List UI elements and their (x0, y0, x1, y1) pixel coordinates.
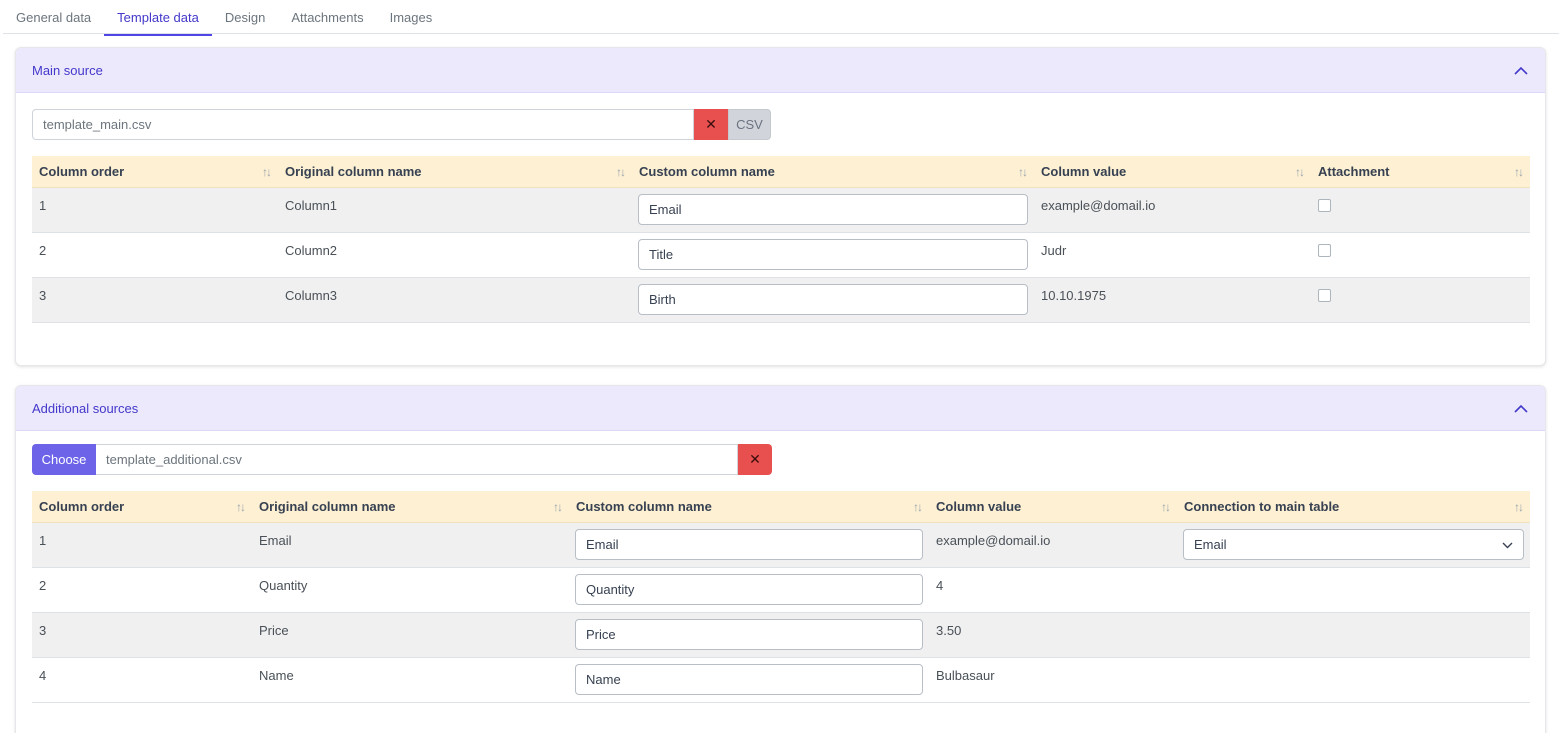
csv-button[interactable]: CSV (728, 109, 771, 140)
custom-name-input[interactable]: Name (575, 664, 923, 695)
order-cell: 2 (39, 243, 47, 258)
original-name-cell: Price (259, 623, 289, 638)
main-clear-button[interactable]: ✕ (694, 109, 728, 140)
value-cell: 4 (936, 578, 944, 593)
additional-sources-header[interactable]: Additional sources (16, 386, 1545, 431)
table-header: Column order ↑↓ Original column name ↑↓ Cu… (32, 156, 1530, 188)
additional-file-bar: Choose template_additional.csv ✕ (32, 444, 772, 475)
sort-icon[interactable]: ↑↓ (616, 165, 626, 179)
col-header-value[interactable]: Column value ↑↓ (929, 491, 1177, 522)
additional-file-name[interactable]: template_additional.csv (96, 444, 738, 475)
chevron-up-icon[interactable] (1513, 62, 1529, 78)
chevron-up-icon[interactable] (1513, 400, 1529, 416)
sort-icon[interactable]: ↑↓ (1018, 165, 1028, 179)
connection-select[interactable]: Email (1183, 529, 1524, 560)
sort-icon[interactable]: ↑↓ (1514, 165, 1524, 179)
col-header-order[interactable]: Column order ↑↓ (32, 156, 278, 187)
table-row: 4 Name Name Bulbasaur (32, 658, 1530, 703)
tab-bar: General data Template data Design Attach… (3, 0, 1559, 36)
tab-general-data[interactable]: General data (3, 0, 104, 34)
col-header-value[interactable]: Column value ↑↓ (1034, 156, 1311, 187)
tab-template-data[interactable]: Template data (104, 0, 212, 36)
connection-cell (1177, 568, 1530, 612)
original-name-cell: Email (259, 533, 292, 548)
original-name-cell: Quantity (259, 578, 308, 593)
original-name-cell: Column2 (285, 243, 338, 258)
sort-icon[interactable]: ↑↓ (262, 165, 272, 179)
custom-name-input[interactable]: Email (575, 529, 923, 560)
tab-design[interactable]: Design (212, 0, 278, 34)
custom-name-input[interactable]: Birth (638, 284, 1028, 315)
col-header-connection[interactable]: Connection to main table ↑↓ (1177, 491, 1530, 522)
original-name-cell: Name (259, 668, 294, 683)
order-cell: 1 (39, 198, 47, 213)
sort-icon[interactable]: ↑↓ (1295, 165, 1305, 179)
custom-name-input[interactable]: Price (575, 619, 923, 650)
table-row: 1 Email Email example@domail.io Email (32, 523, 1530, 568)
value-cell: Bulbasaur (936, 668, 995, 683)
tab-attachments[interactable]: Attachments (278, 0, 376, 34)
col-header-attachment[interactable]: Attachment ↑↓ (1311, 156, 1530, 187)
connection-cell (1177, 658, 1530, 702)
main-source-panel: Main source template_main.csv ✕ CSV Colu… (15, 47, 1546, 366)
value-cell: example@domail.io (1041, 198, 1156, 213)
col-header-original[interactable]: Original column name ↑↓ (278, 156, 632, 187)
main-source-header[interactable]: Main source (16, 48, 1545, 93)
col-header-order[interactable]: Column order ↑↓ (32, 491, 252, 522)
table-header: Column order ↑↓ Original column name ↑↓ Cu… (32, 491, 1530, 523)
additional-sources-title: Additional sources (32, 400, 139, 416)
sort-icon[interactable]: ↑↓ (913, 500, 923, 514)
table-row: 2 Column2 Title Judr (32, 233, 1530, 278)
choose-button[interactable]: Choose (32, 444, 96, 475)
value-cell: 3.50 (936, 623, 962, 638)
attachment-checkbox[interactable] (1318, 289, 1331, 302)
connection-select-value: Email (1194, 537, 1227, 552)
table-row: 1 Column1 Email example@domail.io (32, 188, 1530, 233)
additional-sources-panel: Additional sources Choose template_addit… (15, 385, 1546, 733)
order-cell: 2 (39, 578, 47, 593)
chevron-down-icon (1502, 537, 1513, 552)
attachment-checkbox[interactable] (1318, 244, 1331, 257)
order-cell: 3 (39, 288, 47, 303)
original-name-cell: Column1 (285, 198, 338, 213)
order-cell: 1 (39, 533, 47, 548)
sort-icon[interactable]: ↑↓ (236, 500, 246, 514)
main-file-bar: template_main.csv ✕ CSV (32, 109, 771, 140)
custom-name-input[interactable]: Title (638, 239, 1028, 270)
custom-name-input[interactable]: Email (638, 194, 1028, 225)
main-file-name[interactable]: template_main.csv (32, 109, 694, 140)
sort-icon[interactable]: ↑↓ (1514, 500, 1524, 514)
original-name-cell: Column3 (285, 288, 338, 303)
connection-cell (1177, 613, 1530, 657)
value-cell: 10.10.1975 (1041, 288, 1107, 303)
additional-sources-table: Column order ↑↓ Original column name ↑↓ Cu… (32, 491, 1530, 703)
main-source-title: Main source (32, 62, 103, 78)
order-cell: 4 (39, 668, 47, 683)
additional-clear-button[interactable]: ✕ (738, 444, 772, 475)
close-icon: ✕ (705, 116, 717, 132)
value-cell: Judr (1041, 243, 1067, 258)
table-row: 3 Column3 Birth 10.10.1975 (32, 278, 1530, 323)
col-header-custom[interactable]: Custom column name ↑↓ (569, 491, 929, 522)
sort-icon[interactable]: ↑↓ (553, 500, 563, 514)
value-cell: example@domail.io (936, 533, 1051, 548)
sort-icon[interactable]: ↑↓ (1161, 500, 1171, 514)
tab-images[interactable]: Images (377, 0, 446, 34)
col-header-original[interactable]: Original column name ↑↓ (252, 491, 569, 522)
table-row: 2 Quantity Quantity 4 (32, 568, 1530, 613)
custom-name-input[interactable]: Quantity (575, 574, 923, 605)
close-icon: ✕ (749, 451, 761, 467)
table-row: 3 Price Price 3.50 (32, 613, 1530, 658)
attachment-checkbox[interactable] (1318, 199, 1331, 212)
order-cell: 3 (39, 623, 47, 638)
col-header-custom[interactable]: Custom column name ↑↓ (632, 156, 1034, 187)
main-source-table: Column order ↑↓ Original column name ↑↓ Cu… (32, 156, 1530, 323)
